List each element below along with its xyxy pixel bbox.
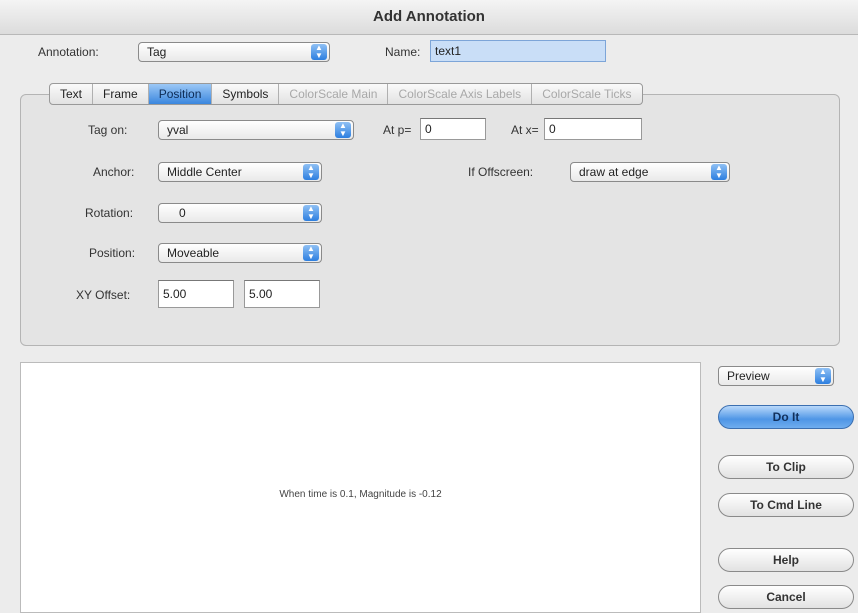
- tab-text[interactable]: Text: [50, 84, 94, 104]
- anchor-popup[interactable]: Middle Center ▲ ▼: [158, 162, 322, 182]
- anchor-value: Middle Center: [167, 165, 242, 179]
- tag-on-value: yval: [167, 123, 189, 137]
- name-label: Name:: [385, 45, 421, 59]
- annotation-type-value: Tag: [147, 45, 167, 59]
- anchor-label: Anchor:: [93, 165, 135, 179]
- at-p-field[interactable]: 0: [420, 118, 486, 140]
- preview-area: When time is 0.1, Magnitude is -0.12: [20, 362, 701, 613]
- to-clip-button[interactable]: To Clip: [718, 455, 854, 479]
- popup-arrows-icon: ▲ ▼: [311, 44, 327, 60]
- tab-bar: Text Frame Position Symbols ColorScale M…: [49, 83, 643, 105]
- tab-frame[interactable]: Frame: [93, 84, 149, 104]
- tab-colorscale-main: ColorScale Main: [279, 84, 389, 104]
- if-offscreen-value: draw at edge: [579, 165, 649, 179]
- xy-offset-label: XY Offset:: [76, 288, 131, 302]
- at-x-field[interactable]: 0: [544, 118, 642, 140]
- annotation-label: Annotation:: [38, 45, 99, 59]
- rotation-value: 0: [179, 206, 186, 220]
- preview-text: When time is 0.1, Magnitude is -0.12: [279, 489, 442, 500]
- name-field[interactable]: text1: [430, 40, 606, 62]
- to-cmd-line-button[interactable]: To Cmd Line: [718, 493, 854, 517]
- popup-arrows-icon: ▲ ▼: [335, 122, 351, 138]
- annotation-type-popup[interactable]: Tag ▲ ▼: [138, 42, 330, 62]
- tag-on-popup[interactable]: yval ▲ ▼: [158, 120, 354, 140]
- popup-arrows-icon: ▲ ▼: [303, 164, 319, 180]
- if-offscreen-popup[interactable]: draw at edge ▲ ▼: [570, 162, 730, 182]
- x-offset-field[interactable]: 5.00: [158, 280, 234, 308]
- cancel-button[interactable]: Cancel: [718, 585, 854, 609]
- do-it-button[interactable]: Do It: [718, 405, 854, 429]
- rotation-popup[interactable]: 0 ▲ ▼: [158, 203, 322, 223]
- popup-arrows-icon: ▲ ▼: [303, 245, 319, 261]
- tab-symbols[interactable]: Symbols: [212, 84, 280, 104]
- tab-position[interactable]: Position: [148, 84, 213, 104]
- preview-popup-value: Preview: [727, 369, 770, 383]
- popup-arrows-icon: ▲ ▼: [303, 205, 319, 221]
- help-button[interactable]: Help: [718, 548, 854, 572]
- tab-colorscale-axis-labels: ColorScale Axis Labels: [388, 84, 533, 104]
- preview-popup[interactable]: Preview ▲ ▼: [718, 366, 834, 386]
- position-popup[interactable]: Moveable ▲ ▼: [158, 243, 322, 263]
- position-label: Position:: [89, 246, 136, 260]
- position-value: Moveable: [167, 246, 220, 260]
- at-x-label: At x=: [511, 123, 539, 137]
- popup-arrows-icon: ▲ ▼: [815, 368, 831, 384]
- tab-colorscale-ticks: ColorScale Ticks: [542, 87, 632, 101]
- tag-on-label: Tag on:: [88, 123, 128, 137]
- if-offscreen-label: If Offscreen:: [468, 165, 534, 179]
- rotation-label: Rotation:: [85, 206, 134, 220]
- at-p-label: At p=: [383, 123, 412, 137]
- window-title: Add Annotation: [0, 0, 858, 35]
- popup-arrows-icon: ▲ ▼: [711, 164, 727, 180]
- y-offset-field[interactable]: 5.00: [244, 280, 320, 308]
